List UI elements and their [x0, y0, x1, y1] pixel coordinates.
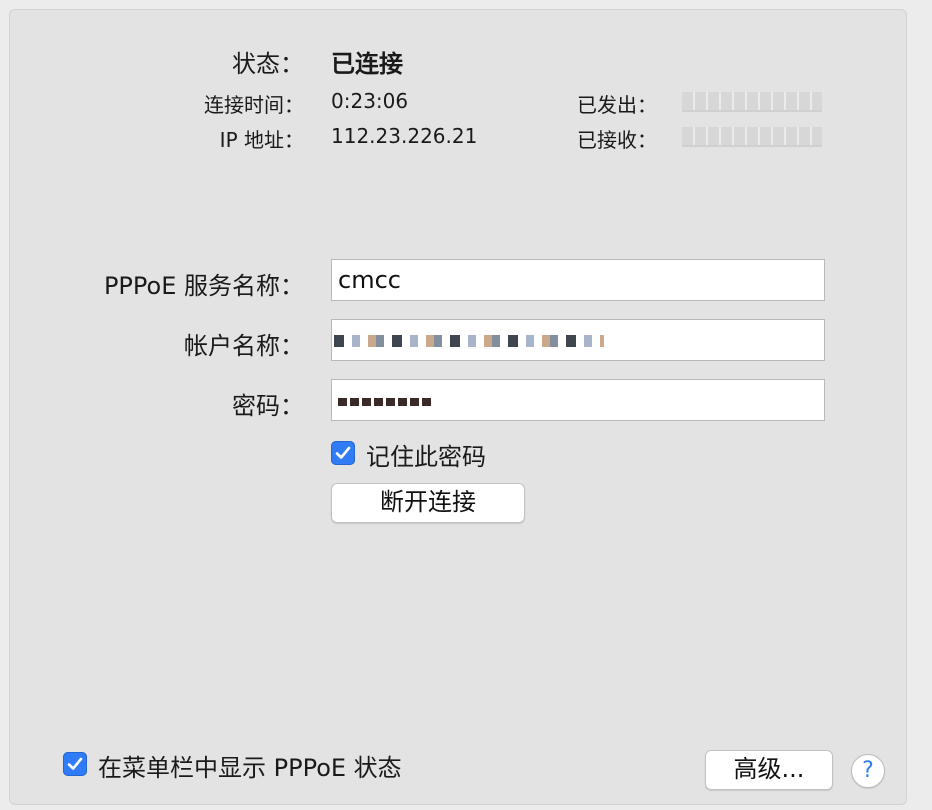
password-field[interactable] — [331, 379, 825, 421]
checkmark-icon — [335, 446, 351, 459]
connect-time-value: 0:23:06 — [331, 89, 409, 113]
status-label: 状态： — [232, 50, 304, 78]
account-name-field[interactable] — [331, 319, 825, 361]
password-redacted — [338, 398, 434, 406]
remember-password-label[interactable]: 记住此密码 — [366, 437, 486, 472]
received-value-redacted — [682, 127, 822, 147]
disconnect-button[interactable]: 断开连接 — [331, 483, 525, 523]
help-button[interactable]: ? — [851, 754, 885, 788]
status-value: 已连接 — [331, 50, 403, 78]
remember-password-checkbox[interactable] — [331, 441, 355, 465]
service-name-field-container — [331, 259, 825, 301]
advanced-button[interactable]: 高级... — [705, 750, 833, 790]
account-name-label: 帐户名称： — [184, 332, 304, 360]
window-edge — [907, 9, 932, 810]
account-name-redacted — [334, 328, 604, 354]
connect-time-label: 连接时间： — [204, 93, 304, 117]
checkmark-icon — [67, 757, 83, 770]
received-label: 已接收： — [577, 128, 657, 152]
show-in-menubar-label[interactable]: 在菜单栏中显示 PPPoE 状态 — [98, 748, 402, 783]
ip-address-label: IP 地址： — [219, 128, 304, 152]
sent-value-redacted — [682, 92, 822, 112]
sent-label: 已发出： — [577, 93, 657, 117]
show-in-menubar-checkbox[interactable] — [63, 752, 87, 776]
service-name-field[interactable] — [332, 260, 824, 300]
password-label: 密码： — [232, 392, 304, 420]
service-name-label: PPPoE 服务名称： — [103, 272, 304, 300]
ip-address-value: 112.23.226.21 — [331, 124, 478, 148]
